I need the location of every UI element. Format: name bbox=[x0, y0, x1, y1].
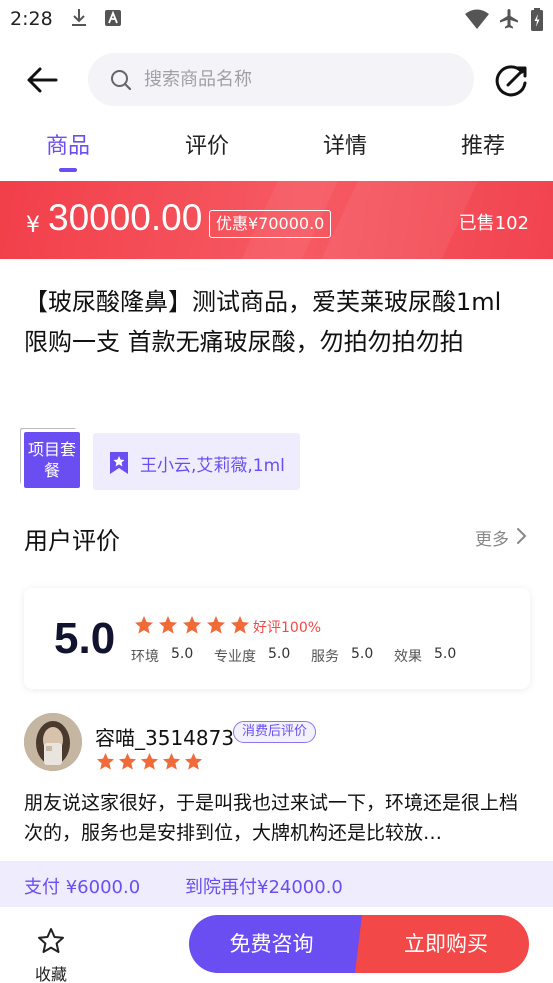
spec-chip[interactable]: 王小云,艾莉薇,1ml bbox=[93, 433, 300, 490]
sub-score-value-expertise: 5.0 bbox=[268, 646, 291, 662]
sub-score-value-service: 5.0 bbox=[351, 646, 374, 662]
product-title: 【玻尿酸隆鼻】测试商品，爱芙莱玻尿酸1ml 限购一支 首款无痛玻尿酸，勿拍勿拍勿… bbox=[24, 288, 502, 356]
star-icon bbox=[159, 616, 177, 634]
sub-score-label-effect: 效果 bbox=[394, 649, 422, 665]
reviews-section-title: 用户评价 bbox=[24, 527, 120, 555]
user-photo-icon bbox=[24, 713, 82, 771]
overall-score: 5.0 bbox=[54, 614, 116, 663]
pay-later-amount: 到院再付¥24000.0 bbox=[185, 877, 343, 898]
free-consult-button[interactable]: 免费咨询 bbox=[189, 915, 364, 973]
back-button[interactable] bbox=[22, 60, 62, 100]
status-bar: 2:28 bbox=[0, 0, 553, 40]
price-value: 30000.00 bbox=[48, 197, 203, 238]
overall-stars bbox=[134, 615, 254, 635]
sold-count: 已售102 bbox=[458, 213, 529, 234]
arrow-left-icon bbox=[27, 67, 58, 93]
favorite-button[interactable]: 收藏 bbox=[26, 918, 76, 983]
spec-text: 王小云,艾莉薇,1ml bbox=[140, 456, 285, 476]
pay-now-amount: 支付 ¥6000.0 bbox=[24, 877, 141, 898]
sub-score-value-effect: 5.0 bbox=[434, 646, 457, 662]
sub-score-label-expertise: 专业度 bbox=[214, 649, 256, 665]
avatar[interactable] bbox=[24, 713, 82, 771]
search-bar[interactable] bbox=[88, 53, 474, 106]
airplane-icon bbox=[500, 9, 518, 29]
reviewer-stars bbox=[96, 752, 206, 775]
favorite-label: 收藏 bbox=[34, 965, 67, 983]
good-rate: 好评100% bbox=[253, 620, 322, 636]
discount-badge: 优惠¥70000.0 bbox=[209, 210, 332, 238]
star-icon bbox=[231, 616, 249, 634]
package-tag: 项目套餐 bbox=[24, 432, 80, 488]
star-icon bbox=[135, 616, 153, 634]
reviewer-name: 容喵_3514873 bbox=[95, 726, 235, 750]
sub-score-label-service: 服务 bbox=[311, 649, 339, 665]
rating-summary-card[interactable]: 5.0 好评100% 环境 5.0 专业度 5.0 服务 5.0 效果 5.0 bbox=[24, 588, 530, 689]
star-outline-icon bbox=[38, 928, 64, 953]
tab-details[interactable]: 详情 bbox=[295, 128, 395, 160]
share-icon bbox=[495, 65, 527, 97]
star-icon bbox=[118, 752, 137, 770]
tab-bar: 商品 评价 详情 推荐 bbox=[0, 128, 553, 178]
search-icon bbox=[111, 70, 132, 91]
download-icon bbox=[72, 9, 86, 26]
tab-active-indicator bbox=[59, 168, 77, 172]
bookmark-star-icon bbox=[110, 452, 128, 474]
app-notification-icon bbox=[105, 10, 121, 26]
star-icon bbox=[162, 752, 181, 770]
star-icon bbox=[140, 752, 159, 770]
tab-reviews[interactable]: 评价 bbox=[157, 128, 257, 160]
star-icon bbox=[183, 616, 201, 634]
reviews-more-link[interactable]: 更多 bbox=[475, 525, 509, 550]
price-currency: ¥ bbox=[26, 213, 40, 238]
review-type-badge: 消费后评价 bbox=[233, 721, 317, 743]
sub-score-value-environment: 5.0 bbox=[171, 646, 194, 662]
star-icon bbox=[96, 752, 115, 770]
status-time: 2:28 bbox=[10, 8, 53, 30]
sub-score-label-environment: 环境 bbox=[131, 649, 159, 665]
search-input[interactable] bbox=[144, 53, 444, 106]
star-icon bbox=[207, 616, 225, 634]
price-banner: ¥ 30000.00 优惠¥70000.0 已售102 bbox=[0, 181, 553, 259]
wifi-icon bbox=[465, 9, 489, 29]
star-icon bbox=[184, 752, 203, 770]
chevron-right-icon[interactable] bbox=[516, 527, 528, 545]
review-text[interactable]: 朋友说这家很好，于是叫我也过来试一下，环境还是很上档次的，服务也是安排到位，大牌… bbox=[24, 788, 529, 848]
buy-now-button[interactable]: 立即购买 bbox=[355, 915, 529, 973]
tab-product[interactable]: 商品 bbox=[18, 128, 118, 160]
battery-icon bbox=[531, 8, 543, 31]
payment-breakdown: 支付 ¥6000.0 到院再付¥24000.0 bbox=[0, 861, 553, 907]
share-button[interactable] bbox=[492, 61, 532, 101]
tab-recommend[interactable]: 推荐 bbox=[433, 128, 533, 160]
bottom-action-bar: 收藏 免费咨询 立即购买 bbox=[0, 907, 553, 983]
